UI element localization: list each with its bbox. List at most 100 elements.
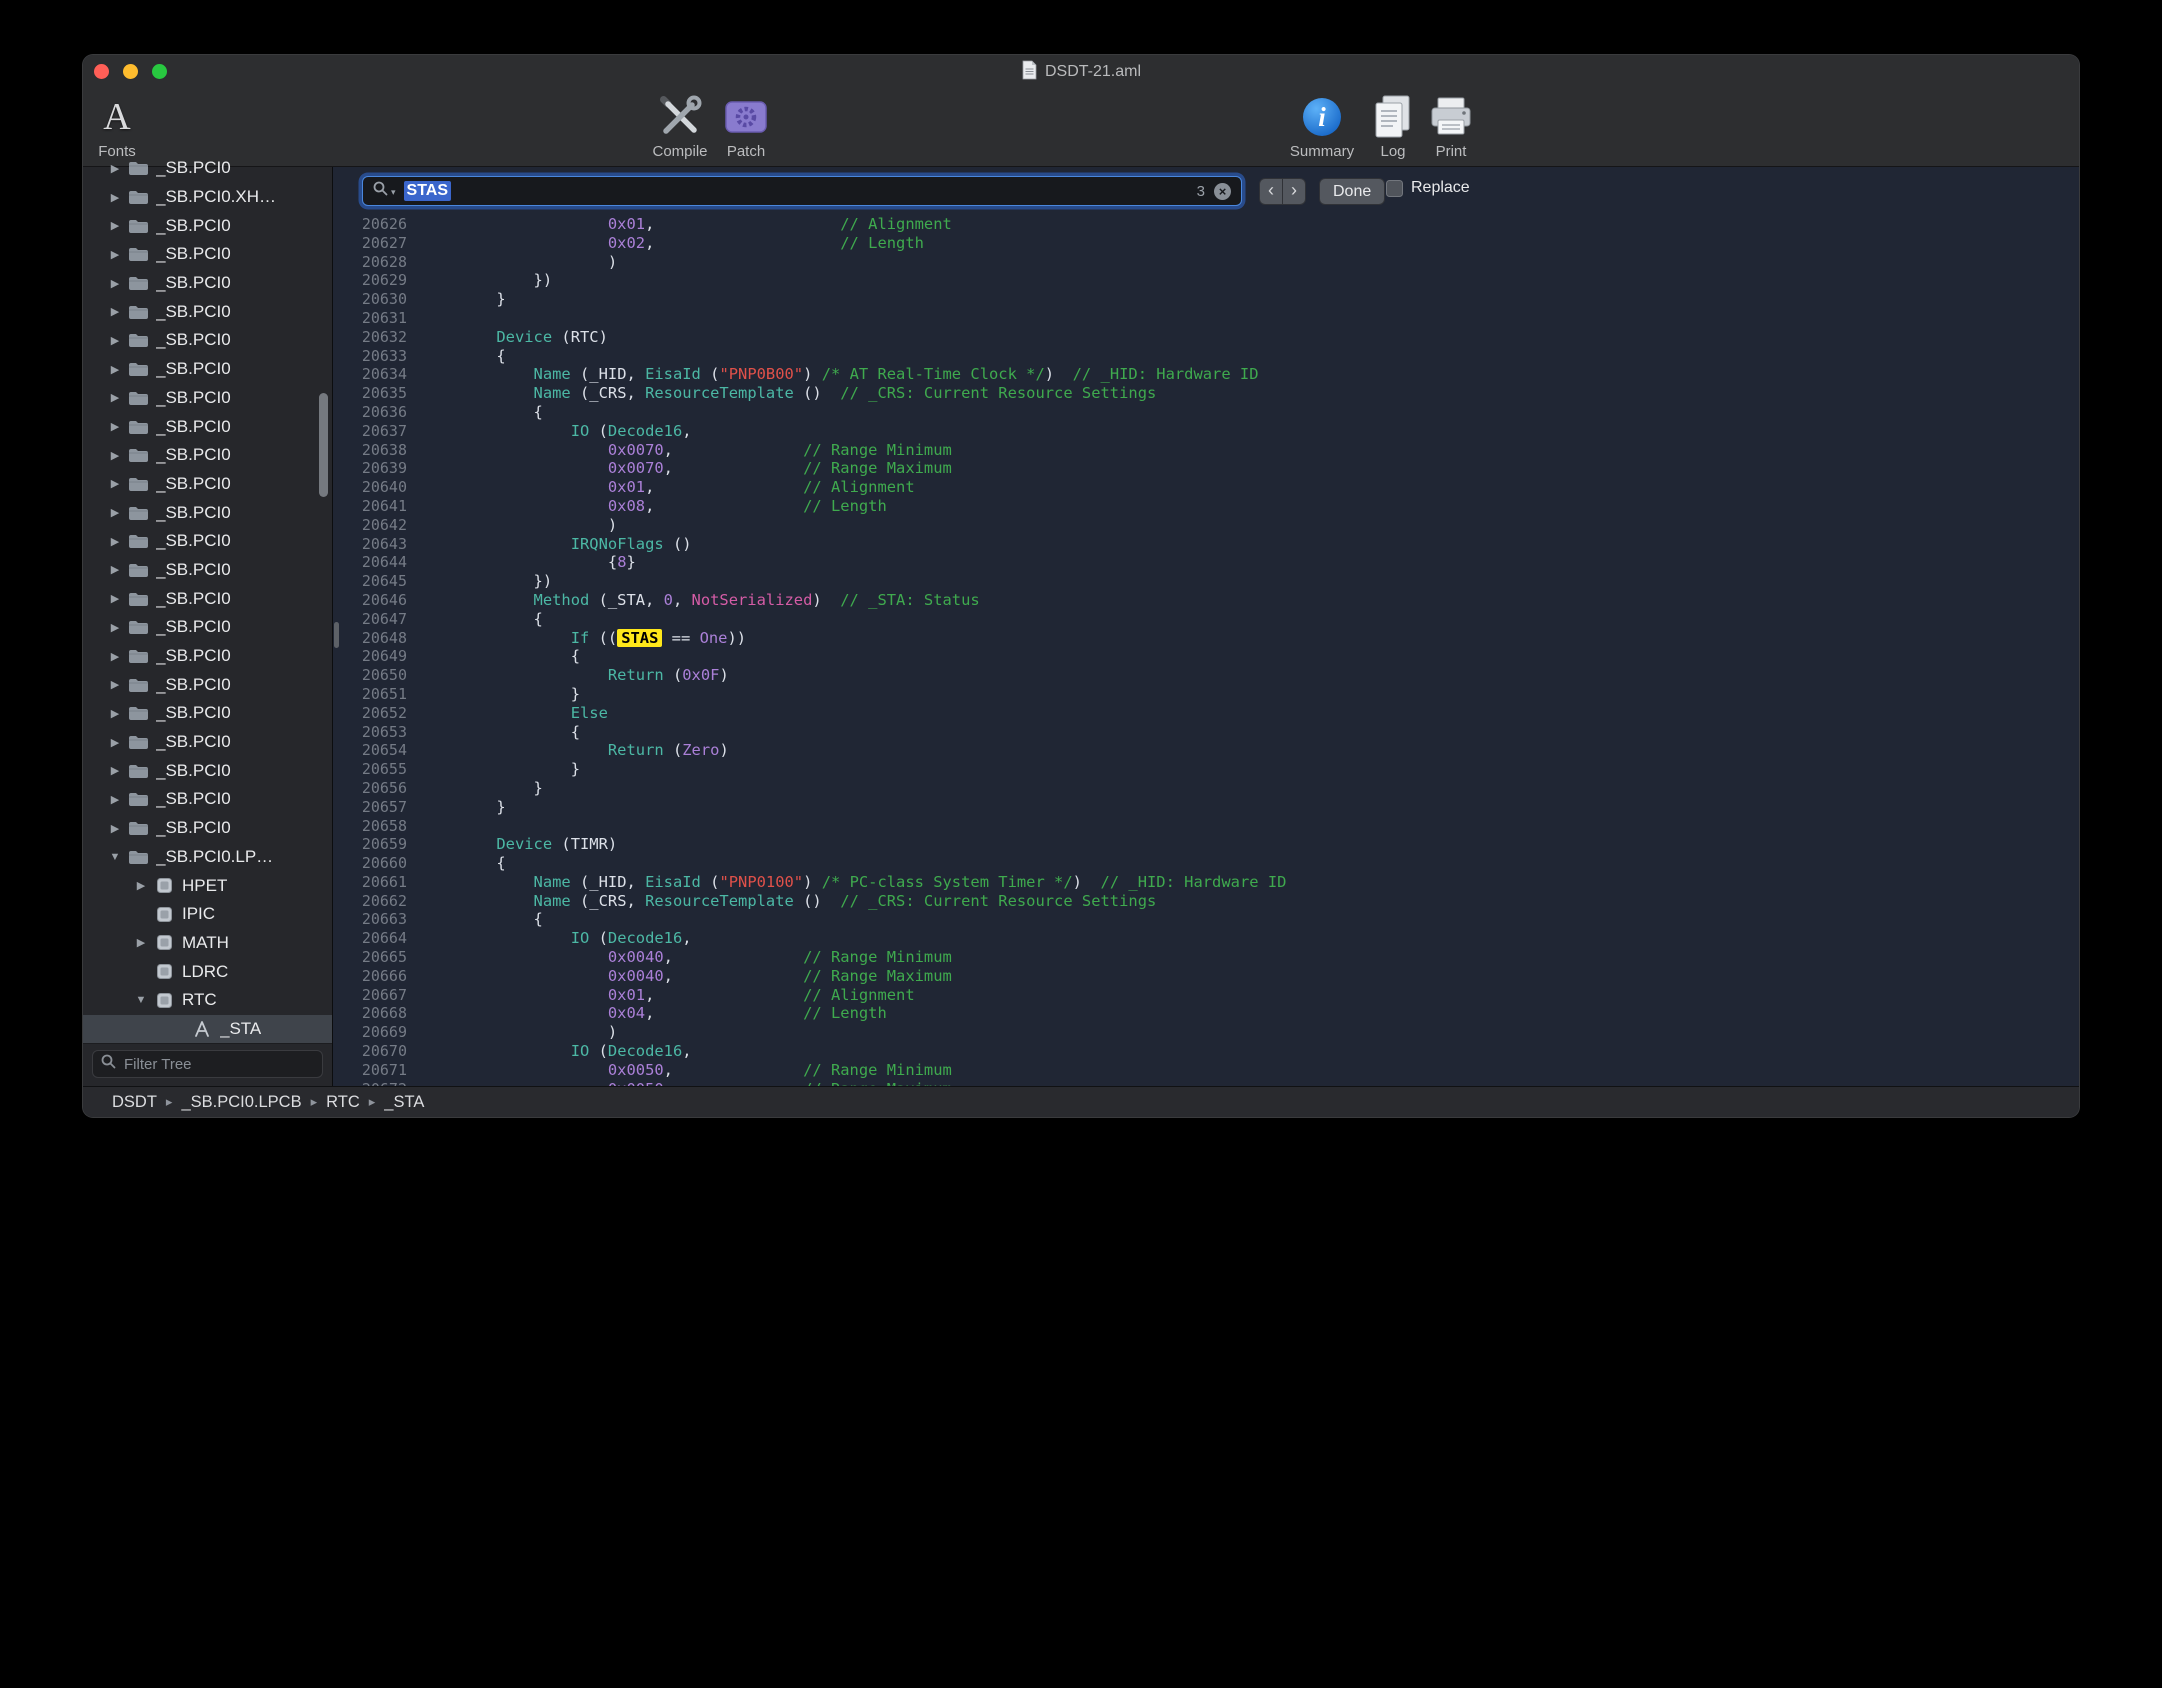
disclosure-collapsed-icon[interactable]: ▶ bbox=[107, 793, 123, 806]
code-line[interactable]: 20671 0x0050, // Range Minimum bbox=[333, 1061, 2079, 1080]
disclosure-collapsed-icon[interactable]: ▶ bbox=[107, 822, 123, 835]
tree-item-sb-pci0[interactable]: ▶_SB.PCI0 bbox=[83, 154, 332, 183]
tree-item-ipic[interactable]: IPIC bbox=[83, 900, 332, 929]
code-line[interactable]: 20626 0x01, // Alignment bbox=[333, 215, 2079, 234]
code-line[interactable]: 20663 { bbox=[333, 910, 2079, 929]
tree-item-sb-pci0[interactable]: ▶_SB.PCI0 bbox=[83, 498, 332, 527]
fonts-button[interactable]: A Fonts bbox=[83, 93, 172, 160]
tree-item-sb-pci0[interactable]: ▶_SB.PCI0 bbox=[83, 814, 332, 843]
breadcrumb-item-sta[interactable]: _STA bbox=[384, 1093, 424, 1112]
tree-item-sb-pci0[interactable]: ▶_SB.PCI0 bbox=[83, 441, 332, 470]
close-button[interactable] bbox=[94, 64, 109, 79]
code-line[interactable]: 20672 0x0050, // Range Maximum bbox=[333, 1080, 2079, 1086]
tree-item-sb-pci0[interactable]: ▶_SB.PCI0 bbox=[83, 211, 332, 240]
disclosure-collapsed-icon[interactable]: ▶ bbox=[107, 678, 123, 691]
tree-item-rtc[interactable]: ▼RTC bbox=[83, 986, 332, 1015]
code-line[interactable]: 20651 } bbox=[333, 685, 2079, 704]
code-line[interactable]: 20631 bbox=[333, 309, 2079, 328]
clear-search-icon[interactable]: × bbox=[1214, 183, 1231, 200]
code-line[interactable]: 20645 }) bbox=[333, 572, 2079, 591]
disclosure-expanded-icon[interactable]: ▼ bbox=[133, 994, 149, 1006]
disclosure-collapsed-icon[interactable]: ▶ bbox=[107, 707, 123, 720]
code-line[interactable]: 20630 } bbox=[333, 290, 2079, 309]
breadcrumb-item-rtc[interactable]: RTC bbox=[326, 1093, 360, 1112]
disclosure-collapsed-icon[interactable]: ▶ bbox=[107, 219, 123, 232]
code-line[interactable]: 20641 0x08, // Length bbox=[333, 497, 2079, 516]
tree-item-sb-pci0[interactable]: ▶_SB.PCI0 bbox=[83, 355, 332, 384]
code-line[interactable]: 20656 } bbox=[333, 779, 2079, 798]
tree-item-sb-pci0[interactable]: ▶_SB.PCI0 bbox=[83, 785, 332, 814]
minimize-button[interactable] bbox=[123, 64, 138, 79]
disclosure-collapsed-icon[interactable]: ▶ bbox=[107, 449, 123, 462]
breadcrumb-item-dsdt[interactable]: DSDT bbox=[112, 1093, 157, 1112]
tree-item-sb-pci0[interactable]: ▶_SB.PCI0 bbox=[83, 527, 332, 556]
filter-field[interactable] bbox=[92, 1050, 323, 1078]
code-line[interactable]: 20653 { bbox=[333, 723, 2079, 742]
disclosure-collapsed-icon[interactable]: ▶ bbox=[107, 736, 123, 749]
next-match-button[interactable]: › bbox=[1282, 178, 1306, 205]
tree-item-sb-pci0[interactable]: ▶_SB.PCI0 bbox=[83, 384, 332, 413]
breadcrumb-item-sb-pci0-lpcb[interactable]: _SB.PCI0.LPCB bbox=[181, 1093, 301, 1112]
disclosure-collapsed-icon[interactable]: ▶ bbox=[107, 535, 123, 548]
code-line[interactable]: 20646 Method (_STA, 0, NotSerialized) //… bbox=[333, 591, 2079, 610]
disclosure-collapsed-icon[interactable]: ▶ bbox=[107, 506, 123, 519]
title-bar[interactable]: DSDT-21.aml bbox=[83, 55, 2079, 89]
tree-item-hpet[interactable]: ▶HPET bbox=[83, 871, 332, 900]
disclosure-collapsed-icon[interactable]: ▶ bbox=[107, 391, 123, 404]
disclosure-collapsed-icon[interactable]: ▶ bbox=[107, 191, 123, 204]
disclosure-collapsed-icon[interactable]: ▶ bbox=[107, 477, 123, 490]
disclosure-collapsed-icon[interactable]: ▶ bbox=[107, 621, 123, 634]
tree-item-sta[interactable]: _STA bbox=[83, 1015, 332, 1043]
disclosure-collapsed-icon[interactable]: ▶ bbox=[107, 420, 123, 433]
search-menu-caret-icon[interactable]: ▾ bbox=[391, 187, 396, 198]
code-line[interactable]: 20654 Return (Zero) bbox=[333, 741, 2079, 760]
tree-item-sb-pci0[interactable]: ▶_SB.PCI0 bbox=[83, 326, 332, 355]
tree-item-sb-pci0[interactable]: ▶_SB.PCI0 bbox=[83, 470, 332, 499]
code-line[interactable]: 20665 0x0040, // Range Minimum bbox=[333, 948, 2079, 967]
code-line[interactable]: 20667 0x01, // Alignment bbox=[333, 986, 2079, 1005]
disclosure-collapsed-icon[interactable]: ▶ bbox=[107, 334, 123, 347]
tree-item-math[interactable]: ▶MATH bbox=[83, 929, 332, 958]
tree-item-sb-pci0[interactable]: ▶_SB.PCI0 bbox=[83, 728, 332, 757]
code-line[interactable]: 20662 Name (_CRS, ResourceTemplate () //… bbox=[333, 892, 2079, 911]
tree-item-sb-pci0[interactable]: ▶_SB.PCI0 bbox=[83, 269, 332, 298]
disclosure-collapsed-icon[interactable]: ▶ bbox=[133, 936, 149, 949]
code-line[interactable]: 20636 { bbox=[333, 403, 2079, 422]
code-line[interactable]: 20670 IO (Decode16, bbox=[333, 1042, 2079, 1061]
disclosure-collapsed-icon[interactable]: ▶ bbox=[107, 162, 123, 175]
disclosure-collapsed-icon[interactable]: ▶ bbox=[107, 248, 123, 261]
code-line[interactable]: 20637 IO (Decode16, bbox=[333, 422, 2079, 441]
code-line[interactable]: 20660 { bbox=[333, 854, 2079, 873]
tree-item-sb-pci0[interactable]: ▶_SB.PCI0 bbox=[83, 556, 332, 585]
code-line[interactable]: 20658 bbox=[333, 817, 2079, 836]
code-line[interactable]: 20661 Name (_HID, EisaId ("PNP0100") /* … bbox=[333, 873, 2079, 892]
code-line[interactable]: 20652 Else bbox=[333, 704, 2079, 723]
code-line[interactable]: 20629 }) bbox=[333, 271, 2079, 290]
patch-button[interactable]: Patch bbox=[691, 93, 801, 160]
code-line[interactable]: 20664 IO (Decode16, bbox=[333, 929, 2079, 948]
tree-item-sb-pci0[interactable]: ▶_SB.PCI0 bbox=[83, 613, 332, 642]
code-line[interactable]: 20644 {8} bbox=[333, 553, 2079, 572]
previous-match-button[interactable]: ‹ bbox=[1259, 178, 1283, 205]
disclosure-collapsed-icon[interactable]: ▶ bbox=[107, 277, 123, 290]
zoom-button[interactable] bbox=[152, 64, 167, 79]
tree-item-sb-pci0[interactable]: ▶_SB.PCI0 bbox=[83, 240, 332, 269]
disclosure-collapsed-icon[interactable]: ▶ bbox=[107, 563, 123, 576]
code-line[interactable]: 20650 Return (0x0F) bbox=[333, 666, 2079, 685]
search-input[interactable]: ▾ STAS 3 × bbox=[362, 176, 1242, 206]
replace-checkbox[interactable] bbox=[1386, 180, 1403, 197]
tree-item-sb-pci0[interactable]: ▶_SB.PCI0 bbox=[83, 670, 332, 699]
code-line[interactable]: 20639 0x0070, // Range Maximum bbox=[333, 459, 2079, 478]
tree-item-sb-pci0[interactable]: ▶_SB.PCI0 bbox=[83, 584, 332, 613]
code-line[interactable]: 20638 0x0070, // Range Minimum bbox=[333, 441, 2079, 460]
code-line[interactable]: 20627 0x02, // Length bbox=[333, 234, 2079, 253]
disclosure-collapsed-icon[interactable]: ▶ bbox=[107, 363, 123, 376]
disclosure-expanded-icon[interactable]: ▼ bbox=[107, 851, 123, 863]
print-button[interactable]: Print bbox=[1396, 93, 1506, 160]
code-line[interactable]: 20632 Device (RTC) bbox=[333, 328, 2079, 347]
code-line[interactable]: 20657 } bbox=[333, 798, 2079, 817]
code-line[interactable]: 20647 { bbox=[333, 610, 2079, 629]
disclosure-collapsed-icon[interactable]: ▶ bbox=[107, 650, 123, 663]
tree-item-sb-pci0[interactable]: ▶_SB.PCI0 bbox=[83, 699, 332, 728]
code-line[interactable]: 20659 Device (TIMR) bbox=[333, 835, 2079, 854]
